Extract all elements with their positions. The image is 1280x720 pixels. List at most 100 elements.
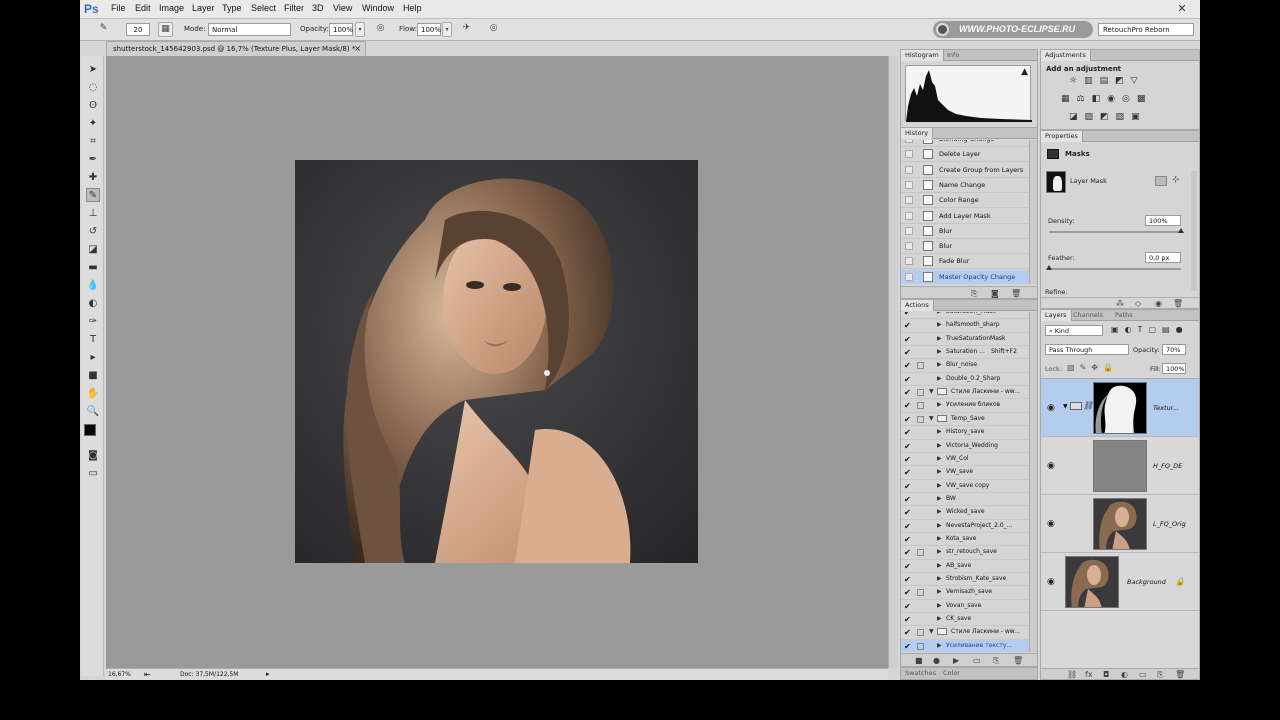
dialog-toggle-icon[interactable] (917, 415, 924, 423)
expand-arrow-icon[interactable]: ▶ (937, 495, 942, 502)
close-tab-icon[interactable]: × (354, 44, 361, 53)
action-checkmark-icon[interactable]: ✔ (904, 428, 911, 437)
action-item[interactable]: ✔ ▶ str_retouch_save (901, 546, 1029, 560)
channel-mixer-icon[interactable]: ◎ (1122, 94, 1137, 104)
action-checkmark-icon[interactable]: ✔ (904, 575, 911, 584)
action-item[interactable]: ✔ ▶ Victoria_Wedding (901, 440, 1029, 453)
new-set-icon[interactable]: ▭ (973, 656, 981, 665)
lock-position-icon[interactable]: ✥ (1091, 363, 1103, 372)
action-checkmark-icon[interactable]: ✔ (904, 455, 911, 464)
layer-row-l-fq-orig[interactable]: ◉ L_FQ_Orig (1041, 495, 1199, 553)
status-share-icon[interactable]: ⇤ (144, 670, 151, 679)
add-mask-icon[interactable]: ◘ (1103, 670, 1109, 679)
layer-row-background[interactable]: ◉ Background 🔒 (1041, 553, 1199, 611)
expand-arrow-icon[interactable]: ▶ (937, 455, 942, 462)
action-item[interactable]: ✔ ▶ VW_save (901, 466, 1029, 480)
feather-field[interactable]: 0,0 px (1145, 252, 1181, 263)
tab-actions[interactable]: Actions (901, 300, 934, 311)
new-action-icon[interactable]: ⎘ (993, 656, 999, 666)
dialog-toggle-icon[interactable] (917, 549, 924, 557)
tab-color[interactable]: Color (939, 668, 964, 679)
airbrush-icon[interactable]: ✈ (459, 22, 474, 37)
eyedropper-tool-icon[interactable]: ✒ (86, 152, 100, 166)
photo-canvas[interactable] (295, 160, 698, 563)
menu-3d[interactable]: 3D (312, 3, 324, 13)
tab-history[interactable]: History (901, 128, 934, 139)
history-brush-tool-icon[interactable]: ↺ (86, 224, 100, 238)
action-item[interactable]: ✔ ▶ History_save (901, 426, 1029, 440)
screen-mode-icon[interactable]: ▭ (86, 466, 100, 480)
expand-arrow-icon[interactable]: ▶ (937, 615, 942, 622)
history-source-checkbox[interactable] (905, 257, 913, 266)
flow-dropdown-icon[interactable]: ▾ (442, 22, 452, 37)
layer-name[interactable]: Textur... (1153, 404, 1179, 412)
action-checkmark-icon[interactable]: ✔ (904, 548, 911, 557)
quick-mask-icon[interactable]: ◙ (86, 448, 100, 462)
link-layers-icon[interactable]: ⛓ (1067, 670, 1077, 679)
expand-arrow-icon[interactable]: ▶ (937, 401, 942, 408)
expand-arrow-icon[interactable]: ▶ (937, 642, 942, 649)
layer-filter-select[interactable]: ⌕ Kind (1045, 325, 1103, 336)
density-slider[interactable] (1049, 228, 1184, 233)
history-item[interactable]: Color Range (901, 193, 1029, 209)
blur-tool-icon[interactable]: 💧 (86, 278, 100, 292)
load-selection-icon[interactable]: ⁂ (1116, 299, 1124, 308)
action-checkmark-icon[interactable]: ✔ (904, 562, 911, 571)
lock-transparency-icon[interactable]: ▧ (1067, 363, 1080, 372)
move-tool-icon[interactable]: ➤ (86, 62, 100, 76)
apply-mask-icon[interactable]: ◇ (1135, 299, 1141, 308)
history-item[interactable]: Delete Layer (901, 147, 1029, 163)
document-area[interactable] (106, 56, 888, 668)
blend-mode-select[interactable]: Pass Through (1045, 344, 1129, 355)
dialog-toggle-icon[interactable] (917, 642, 924, 650)
action-item[interactable]: ✔ ▶ AB_save (901, 560, 1029, 574)
action-checkmark-icon[interactable]: ✔ (904, 348, 911, 357)
lock-pixels-icon[interactable]: ✎ (1080, 363, 1092, 372)
history-item[interactable]: Add Layer Mask (901, 209, 1029, 224)
fx-icon[interactable]: fx (1085, 670, 1093, 679)
layer-opacity-field[interactable]: 70% (1162, 344, 1186, 355)
action-checkmark-icon[interactable]: ✔ (904, 615, 911, 624)
action-checkmark-icon[interactable]: ✔ (904, 468, 911, 477)
color-balance-icon[interactable]: ⚖ (1077, 94, 1092, 104)
pen-tool-icon[interactable]: ✑ (86, 314, 100, 328)
dodge-tool-icon[interactable]: ◐ (86, 296, 100, 310)
action-set[interactable]: ✔ ▼ Стиле Ласкини - ww... (901, 386, 1029, 400)
delete-action-icon[interactable]: 🗑 (1013, 656, 1023, 665)
opacity-field[interactable]: 100% (329, 23, 353, 36)
history-item[interactable]: Fade Blur (901, 254, 1029, 270)
shape-filter-icon[interactable]: ▢ (1148, 325, 1162, 334)
expand-arrow-icon[interactable]: ▶ (937, 588, 942, 595)
action-item[interactable]: ✔ ▶ Усиление бликов (901, 399, 1029, 413)
layer-row-texture[interactable]: ◉ ▼ ⛓ Textur... (1041, 379, 1199, 437)
action-item[interactable]: ✔ ▶ Blur_noise (901, 359, 1029, 373)
layer-name[interactable]: Background (1127, 578, 1166, 586)
menu-type[interactable]: Type (222, 3, 242, 13)
expand-arrow-icon[interactable]: ▶ (937, 428, 942, 435)
action-checkmark-icon[interactable]: ✔ (904, 642, 911, 651)
expand-arrow-icon[interactable]: ▼ (929, 628, 934, 635)
action-item[interactable]: ✔ ▶ VW_save copy (901, 480, 1029, 493)
actions-scrollbar[interactable] (1029, 312, 1037, 652)
visibility-toggle-icon[interactable]: ◉ (1155, 299, 1162, 308)
type-filter-icon[interactable]: T (1138, 325, 1149, 334)
expand-arrow-icon[interactable]: ▼ (929, 415, 934, 422)
eye-icon[interactable]: ◉ (1047, 577, 1055, 587)
history-item[interactable]: Blur (901, 224, 1029, 239)
dialog-toggle-icon[interactable] (917, 362, 924, 370)
expand-arrow-icon[interactable]: ▶ (937, 348, 942, 355)
action-item[interactable]: ✔ ▶ Double_0.2_Sharp (901, 373, 1029, 387)
curves-icon[interactable]: ▤ (1100, 76, 1116, 86)
tab-properties[interactable]: Properties (1041, 131, 1083, 142)
tab-adjustments[interactable]: Adjustments (1041, 50, 1091, 61)
expand-arrow-icon[interactable]: ▶ (937, 482, 942, 489)
shape-tool-icon[interactable]: ■ (86, 368, 100, 382)
action-checkmark-icon[interactable]: ✔ (904, 495, 911, 504)
expand-arrow-icon[interactable]: ▼ (929, 388, 934, 395)
smart-filter-icon[interactable]: ▤ (1162, 325, 1176, 334)
dialog-toggle-icon[interactable] (917, 629, 924, 637)
expand-arrow-icon[interactable]: ▶ (937, 468, 942, 475)
tab-layers[interactable]: Layers (1041, 310, 1072, 321)
action-checkmark-icon[interactable]: ✔ (904, 335, 911, 344)
stop-icon[interactable]: ■ (915, 656, 923, 665)
